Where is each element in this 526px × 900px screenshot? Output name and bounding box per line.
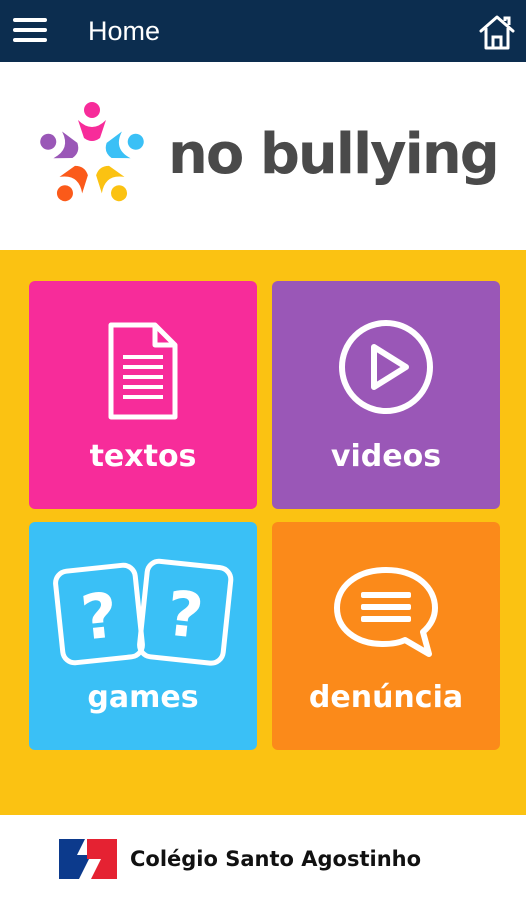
svg-text:?: ? [78, 578, 121, 654]
svg-text:?: ? [163, 577, 206, 653]
play-circle-icon [336, 317, 436, 421]
games-label: games [87, 680, 199, 715]
people-star-logo [36, 100, 148, 212]
app-bar: Home [0, 0, 526, 62]
denuncia-tile[interactable]: denúncia [272, 522, 500, 750]
games-tile[interactable]: ? ? games [29, 522, 257, 750]
videos-tile[interactable]: videos [272, 281, 500, 509]
question-cards-icon: ? ? [51, 558, 235, 674]
speech-bubble-icon [331, 562, 441, 666]
textos-label: textos [89, 439, 197, 474]
denuncia-label: denúncia [308, 680, 464, 715]
page-title: Home [88, 16, 161, 46]
menu-grid: textos videos ? ? games denúncia [0, 250, 526, 815]
videos-label: videos [330, 439, 442, 474]
document-icon [107, 321, 179, 425]
school-name: Colégio Santo Agostinho [130, 847, 422, 871]
brand-header: no bullying [0, 62, 526, 250]
home-icon[interactable] [477, 12, 517, 52]
school-logo [57, 835, 119, 881]
hamburger-menu-icon[interactable] [13, 18, 47, 44]
textos-tile[interactable]: textos [29, 281, 257, 509]
brand-name: no bullying [168, 122, 500, 187]
footer: Colégio Santo Agostinho [0, 815, 526, 900]
